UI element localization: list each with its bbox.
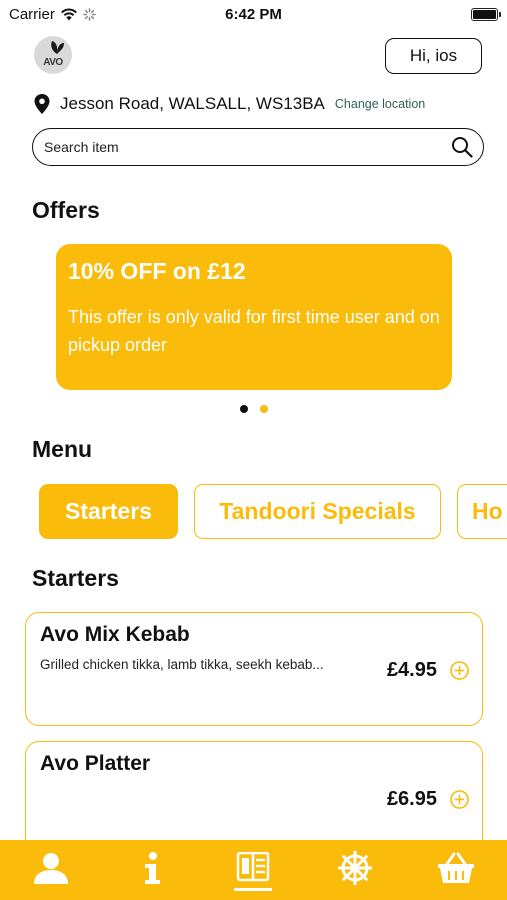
search-placeholder: Search item: [44, 139, 119, 155]
list-item[interactable]: Avo Mix Kebab Grilled chicken tikka, lam…: [25, 612, 483, 726]
logo-text: AVO: [43, 57, 63, 68]
leaf-icon: [51, 41, 64, 54]
location-address: Jesson Road, WALSALL, WS13BA: [60, 94, 325, 113]
info-icon: [145, 852, 161, 884]
item-description: Grilled chicken tikka, lamb tikka, seekh…: [40, 657, 324, 672]
search-icon[interactable]: [451, 136, 473, 158]
offers-pager: [0, 405, 507, 413]
item-price: £6.95: [386, 788, 437, 810]
nav-wheel[interactable]: [325, 843, 385, 893]
offer-title: 10% OFF on £12: [68, 258, 246, 284]
item-name: Avo Platter: [40, 752, 151, 775]
bottom-nav: [0, 840, 507, 900]
battery-icon: [471, 8, 501, 21]
nav-menu[interactable]: [223, 843, 283, 893]
menu-heading: Menu: [32, 436, 93, 462]
status-time: 6:42 PM: [225, 6, 282, 23]
profile-icon: [33, 853, 68, 884]
list-item[interactable]: Avo Platter £6.95: [25, 741, 483, 855]
nav-info[interactable]: [122, 843, 182, 893]
user-greeting-button[interactable]: Hi, ios: [385, 38, 482, 74]
location-row: Jesson Road, WALSALL, WS13BA Change loca…: [34, 94, 425, 114]
nav-basket[interactable]: [426, 843, 486, 893]
change-location-link[interactable]: Change location: [335, 97, 425, 111]
wheel-icon: [337, 851, 372, 885]
offer-description: This offer is only valid for first time …: [68, 307, 440, 355]
tab-starters[interactable]: Starters: [39, 484, 178, 539]
tab-next-category[interactable]: Ho: [457, 484, 507, 539]
menu-tabs: Starters Tandoori Specials Ho: [39, 484, 507, 539]
offers-heading: Offers: [32, 197, 100, 223]
item-price: £4.95: [386, 659, 437, 681]
category-heading: Starters: [32, 565, 119, 591]
search-input[interactable]: Search item: [32, 128, 484, 166]
add-item-icon[interactable]: [450, 661, 469, 680]
item-name: Avo Mix Kebab: [40, 623, 190, 646]
active-nav-indicator: [234, 888, 273, 891]
status-bar: Carrier 6:42 PM: [0, 0, 507, 28]
menu-tabs-scroller[interactable]: Starters Tandoori Specials Ho: [0, 480, 507, 544]
brand-logo[interactable]: AVO: [34, 36, 72, 74]
location-pin-icon: [34, 94, 50, 114]
pager-dot[interactable]: [259, 405, 268, 413]
tab-tandoori-specials[interactable]: Tandoori Specials: [194, 484, 441, 539]
pager-dot-active[interactable]: [239, 405, 248, 413]
nav-profile[interactable]: [21, 843, 81, 893]
offer-card[interactable]: 10% OFF on £12 This offer is only valid …: [56, 244, 452, 390]
add-item-icon[interactable]: [450, 790, 469, 809]
menu-icon: [237, 852, 270, 882]
basket-icon: [438, 852, 475, 883]
